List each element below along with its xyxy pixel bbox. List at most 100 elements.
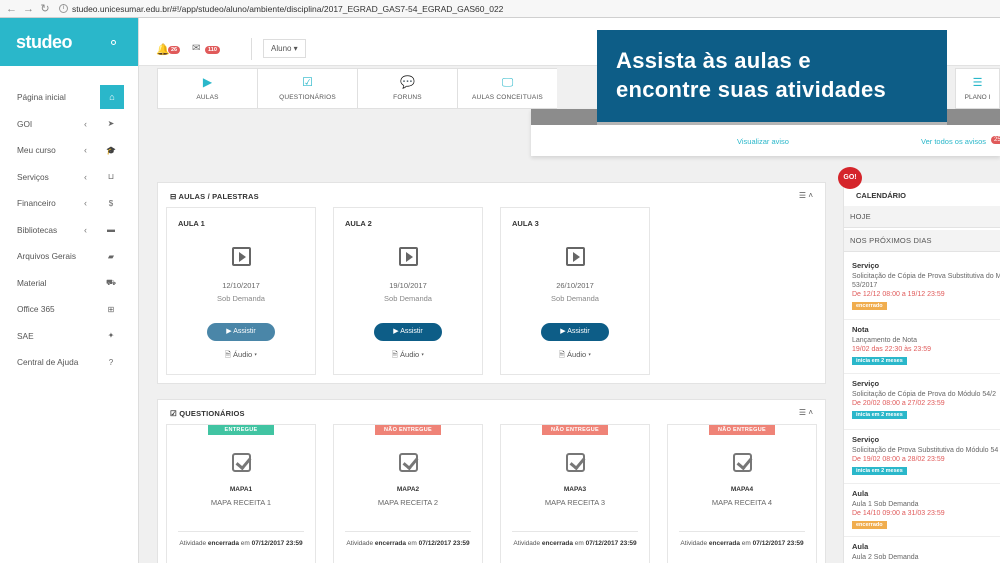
calendar-event[interactable]: Aula Aula 2 Sob Demanda (852, 542, 1000, 562)
audio-dropdown[interactable]: 🗎 Áudio ▾ (167, 349, 315, 362)
video-caption-banner: Assista às aulas e encontre suas ativida… (597, 30, 947, 122)
questionarios-panel-controls[interactable]: ☰ ˄ (799, 408, 813, 417)
play-square-icon: ▶ (202, 75, 213, 89)
activity-closed: encerrada (374, 540, 406, 547)
sidebar-item[interactable]: SAE ✦ (0, 323, 138, 350)
toggle-menu-icon[interactable] (111, 39, 116, 45)
event-type: Aula (852, 489, 869, 498)
sidebar-item[interactable]: Serviços ‹ ⊔ (0, 164, 138, 191)
tab-foruns[interactable]: 💬 FORUNS (357, 68, 457, 109)
view-notice-link[interactable]: Visualizar aviso (737, 137, 789, 146)
checkbox-icon[interactable] (733, 453, 752, 472)
calendar-event[interactable]: Aula Aula 1 Sob Demanda De 14/10 09:00 a 3… (852, 489, 1000, 529)
basket-icon: ⊔ (107, 172, 115, 182)
activity-prefix: Atividade (513, 540, 542, 547)
browser-toolbar: ← → ↻ i studeo.unicesumar.edu.br/#!/app/… (0, 0, 1000, 18)
sidebar-item[interactable]: Meu curso ‹ 🎓 (0, 137, 138, 164)
questionario-card: NÃO ENTREGUE MAPA2 MAPA RECEITA 2 Atividade… (333, 424, 483, 563)
banner-line-1: Assista às aulas e (616, 48, 811, 73)
tab-label: QUESTIONÁRIOS (279, 94, 336, 101)
activity-date: 07/12/2017 23:59 (418, 540, 470, 547)
event-separator (844, 319, 1000, 320)
checkbox-icon: ☑ (170, 409, 177, 418)
envelope-icon[interactable]: ✉ (192, 43, 200, 54)
aula-card: AULA 1 12/10/2017 Sob Demanda ▶ Assistir 🗎 Á… (166, 207, 316, 375)
studeo-logo[interactable]: studeo (16, 32, 73, 53)
event-separator (844, 373, 1000, 374)
calendar-event[interactable]: Serviço Solicitação de Cópia de Prova do … (852, 379, 1000, 419)
checkbox-icon[interactable] (566, 453, 585, 472)
reload-icon[interactable]: ↻ (40, 0, 50, 18)
calendar-event[interactable]: Nota Lançamento de Nota 19/02 das 22:30 às… (852, 325, 1000, 365)
activity-mid: em (573, 540, 586, 547)
assistir-button[interactable]: ▶ Assistir (374, 323, 442, 341)
sidebar-item[interactable]: Página inicial ⌂ (0, 84, 138, 111)
sidebar-item-label: Material (17, 277, 47, 288)
aulas-title-text: AULAS / PALESTRAS (178, 192, 259, 201)
checkbox-icon[interactable] (232, 453, 251, 472)
aula-title: AULA 2 (345, 219, 372, 228)
event-type: Nota (852, 325, 869, 334)
sidebar-item[interactable]: Office 365 ⊞ (0, 296, 138, 323)
assistir-button[interactable]: ▶ Assistir (207, 323, 275, 341)
calendar-next-days-header[interactable]: NOS PRÓXIMOS DIAS (844, 230, 1000, 252)
audio-dropdown[interactable]: 🗎 Áudio ▾ (334, 349, 482, 362)
sidebar-item-label: Meu curso (17, 145, 56, 156)
aula-mode: Sob Demanda (551, 294, 599, 303)
activity-prefix: Atividade (346, 540, 375, 547)
calendar-event[interactable]: Serviço Solicitação de Prova Substitutiva… (852, 435, 1000, 475)
tab-aulas[interactable]: ▶ AULAS (157, 68, 257, 109)
sidebar-item-label: Arquivos Gerais (17, 251, 77, 262)
status-badge: NÃO ENTREGUE (542, 425, 608, 435)
sidebar-item[interactable]: Material ⛟ (0, 270, 138, 297)
checkbox-icon: ☑ (302, 75, 313, 89)
forward-icon[interactable]: → (23, 0, 34, 18)
status-badge: NÃO ENTREGUE (375, 425, 441, 435)
activity-closed: encerrada (708, 540, 740, 547)
profile-select[interactable]: Aluno ▾ (263, 39, 306, 58)
tab-plano[interactable]: ☰ PLANO I (955, 68, 1000, 109)
event-date: De 12/12 08:00 a 19/12 23:59 (852, 291, 945, 298)
tab-questionários[interactable]: ☑ QUESTIONÁRIOS (257, 68, 357, 109)
tab-label: FORUNS (393, 94, 422, 101)
header-divider (251, 38, 252, 60)
play-video-icon[interactable] (399, 247, 418, 266)
activity-prefix: Atividade (179, 540, 208, 547)
address-bar[interactable]: i studeo.unicesumar.edu.br/#!/app/studeo… (59, 4, 503, 14)
tab-label: AULAS CONCEITUAIS (472, 94, 543, 101)
collapse-square-icon[interactable]: ⊟ (170, 192, 176, 201)
questionarios-panel-title: ☑ QUESTIONÁRIOS (170, 409, 245, 418)
book-icon: ▬ (107, 225, 115, 235)
activity-status: Atividade encerrada em 07/12/2017 23:59 (334, 540, 482, 547)
sidebar-item[interactable]: Bibliotecas ‹ ▬ (0, 217, 138, 244)
play-video-icon[interactable] (232, 247, 251, 266)
event-description: Aula 2 Sob Demanda (852, 554, 919, 561)
sidebar-item[interactable]: Central de Ajuda? (0, 349, 138, 376)
questionarios-title-text: QUESTIONÁRIOS (179, 409, 245, 418)
banner-line-2: encontre suas atividades (616, 77, 887, 102)
activity-mid: em (406, 540, 419, 547)
aulas-panel: ⊟ AULAS / PALESTRAS ☰ ˄ AULA 1 12/10/2017… (157, 182, 826, 384)
sidebar-item-label: Financeiro (17, 198, 56, 209)
mapa-name: MAPA RECEITA 4 (711, 498, 773, 507)
back-icon[interactable]: ← (6, 0, 17, 18)
sidebar-item[interactable]: Arquivos Gerais ▰ (0, 243, 138, 270)
audio-dropdown[interactable]: 🗎 Áudio ▾ (501, 349, 649, 362)
assistir-button[interactable]: ▶ Assistir (541, 323, 609, 341)
event-description: Solicitação de Cópia de Prova do Módulo … (852, 391, 996, 398)
info-icon[interactable]: i (59, 4, 68, 13)
event-tag: inicia em 2 meses (852, 411, 907, 419)
sidebar-item[interactable]: Financeiro ‹ $ (0, 190, 138, 217)
calendar-event[interactable]: Serviço Solicitação de Cópia de Prova Sub… (852, 261, 1000, 310)
aula-date: 19/10/2017 (389, 281, 427, 290)
checkbox-icon[interactable] (399, 453, 418, 472)
all-notices-link[interactable]: Ver todos os avisos (921, 137, 986, 146)
activity-date: 07/12/2017 23:59 (752, 540, 804, 547)
notices-count-badge: 25 (991, 136, 1000, 144)
event-description: Aula 1 Sob Demanda (852, 501, 919, 508)
tab-aulas-conceituais[interactable]: 🖵 AULAS CONCEITUAIS (457, 68, 557, 109)
play-video-icon[interactable] (566, 247, 585, 266)
sidebar-item[interactable]: GOI ‹ ➤ (0, 111, 138, 138)
calendar-today-header[interactable]: HOJE (844, 206, 1000, 228)
aulas-panel-controls[interactable]: ☰ ˄ (799, 191, 813, 200)
